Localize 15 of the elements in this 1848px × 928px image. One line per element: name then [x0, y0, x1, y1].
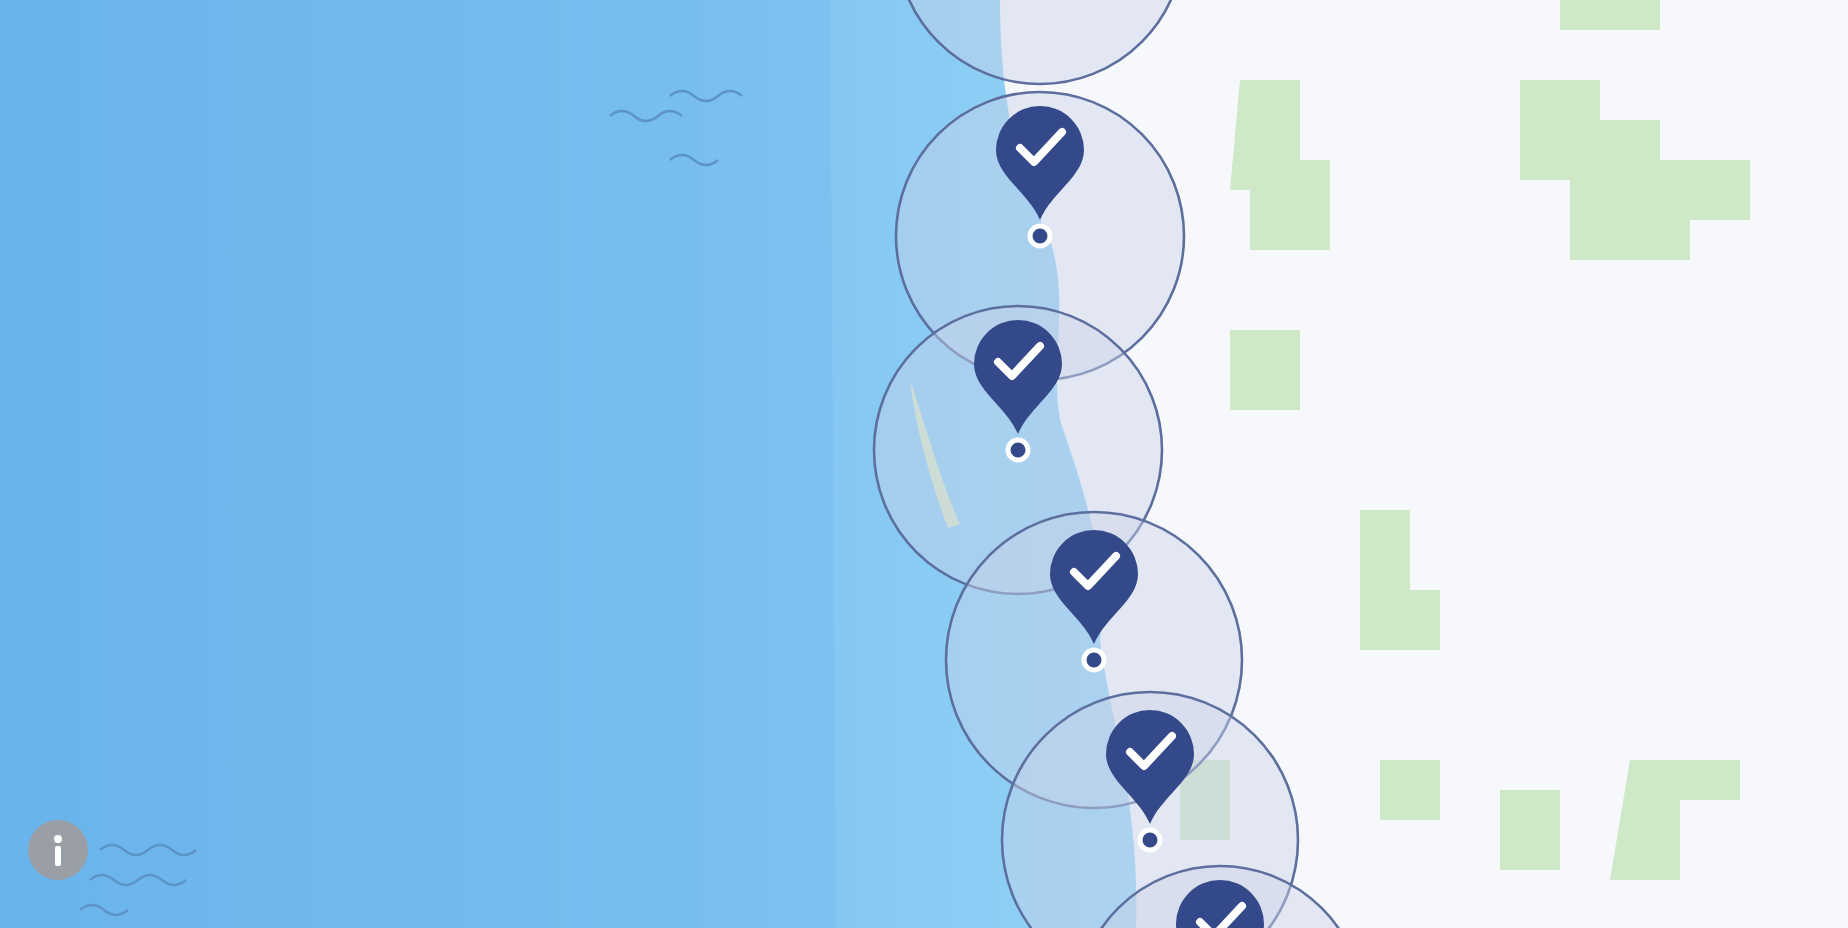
- park-area: [1180, 760, 1230, 840]
- map-pin[interactable]: [974, 320, 1062, 463]
- map-pin[interactable]: [996, 106, 1084, 249]
- map-pin[interactable]: [1050, 530, 1138, 673]
- info-icon: [50, 834, 66, 866]
- park-area: [1380, 760, 1440, 820]
- map-pin[interactable]: [1106, 710, 1194, 853]
- wave-icon: [78, 843, 198, 917]
- map-pin[interactable]: [1176, 880, 1264, 928]
- wave-icon: [608, 89, 744, 167]
- park-area: [1560, 0, 1660, 30]
- park-area: [1500, 790, 1560, 870]
- park-area: [1360, 510, 1440, 650]
- park-area: [1610, 760, 1740, 880]
- park-area: [1230, 330, 1300, 410]
